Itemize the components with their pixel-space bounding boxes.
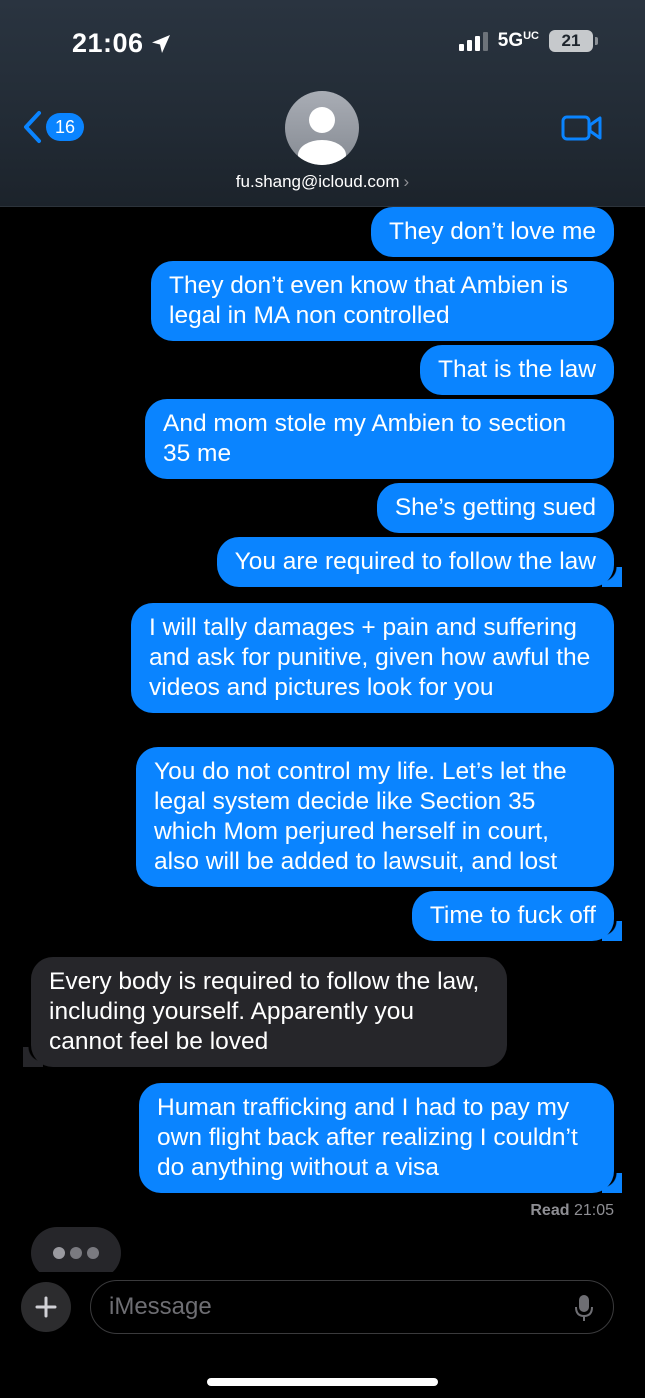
apps-plus-button[interactable] <box>21 1282 71 1332</box>
read-receipt: Read 21:05 <box>530 1202 614 1219</box>
chevron-left-icon <box>24 111 41 143</box>
outgoing-message-bubble[interactable]: You are required to follow the law <box>216 537 623 587</box>
location-arrow-icon <box>151 34 170 53</box>
message-input[interactable]: iMessage <box>90 1280 614 1334</box>
outgoing-message-bubble[interactable]: Human trafficking and I had to pay my ow… <box>139 1083 622 1193</box>
outgoing-message-bubble[interactable]: That is the law <box>420 345 614 395</box>
outgoing-message-bubble[interactable]: She’s getting sued <box>376 483 614 533</box>
chevron-right-icon: › <box>403 172 410 191</box>
typing-dot <box>70 1247 82 1259</box>
unread-count-badge: 16 <box>46 113 85 141</box>
contact-name[interactable]: fu.shang@icloud.com › <box>0 172 645 192</box>
outgoing-message-bubble[interactable]: I will tally damages + pain and sufferin… <box>131 603 614 713</box>
typing-indicator <box>31 1227 121 1272</box>
status-bar-time: 21:06 <box>72 28 172 59</box>
cellular-signal-icon <box>458 31 488 51</box>
message-input-placeholder: iMessage <box>109 1293 212 1320</box>
clock: 21:06 <box>72 28 144 58</box>
outgoing-message-bubble[interactable]: Time to fuck off <box>411 891 623 941</box>
facetime-video-icon[interactable] <box>561 114 603 142</box>
home-indicator[interactable] <box>207 1378 438 1386</box>
outgoing-message-bubble[interactable]: And mom stole my Ambien to section 35 me <box>145 399 614 479</box>
plus-icon <box>35 1296 57 1318</box>
typing-dot <box>87 1247 99 1259</box>
outgoing-message-bubble[interactable]: You do not control my life. Let’s let th… <box>136 747 614 887</box>
outgoing-message-bubble[interactable]: They don’t love me <box>371 207 614 257</box>
typing-dot <box>53 1247 65 1259</box>
status-bar-indicators: 5GUC 21 <box>458 30 598 52</box>
microphone-icon[interactable] <box>575 1294 593 1322</box>
back-button[interactable]: 16 <box>22 110 85 144</box>
contact-avatar[interactable] <box>285 91 359 165</box>
network-type: 5GUC <box>497 30 539 51</box>
conversation-header: 21:06 5GUC 21 16 fu.shang@icloud.com › <box>0 0 645 207</box>
outgoing-message-bubble[interactable]: They don’t even know that Ambien is lega… <box>151 261 614 341</box>
incoming-message-bubble[interactable]: Every body is required to follow the law… <box>23 957 507 1067</box>
message-thread[interactable]: They don’t love me They don’t even know … <box>0 207 645 1272</box>
person-icon <box>298 107 346 165</box>
battery-indicator: 21 <box>549 30 598 52</box>
